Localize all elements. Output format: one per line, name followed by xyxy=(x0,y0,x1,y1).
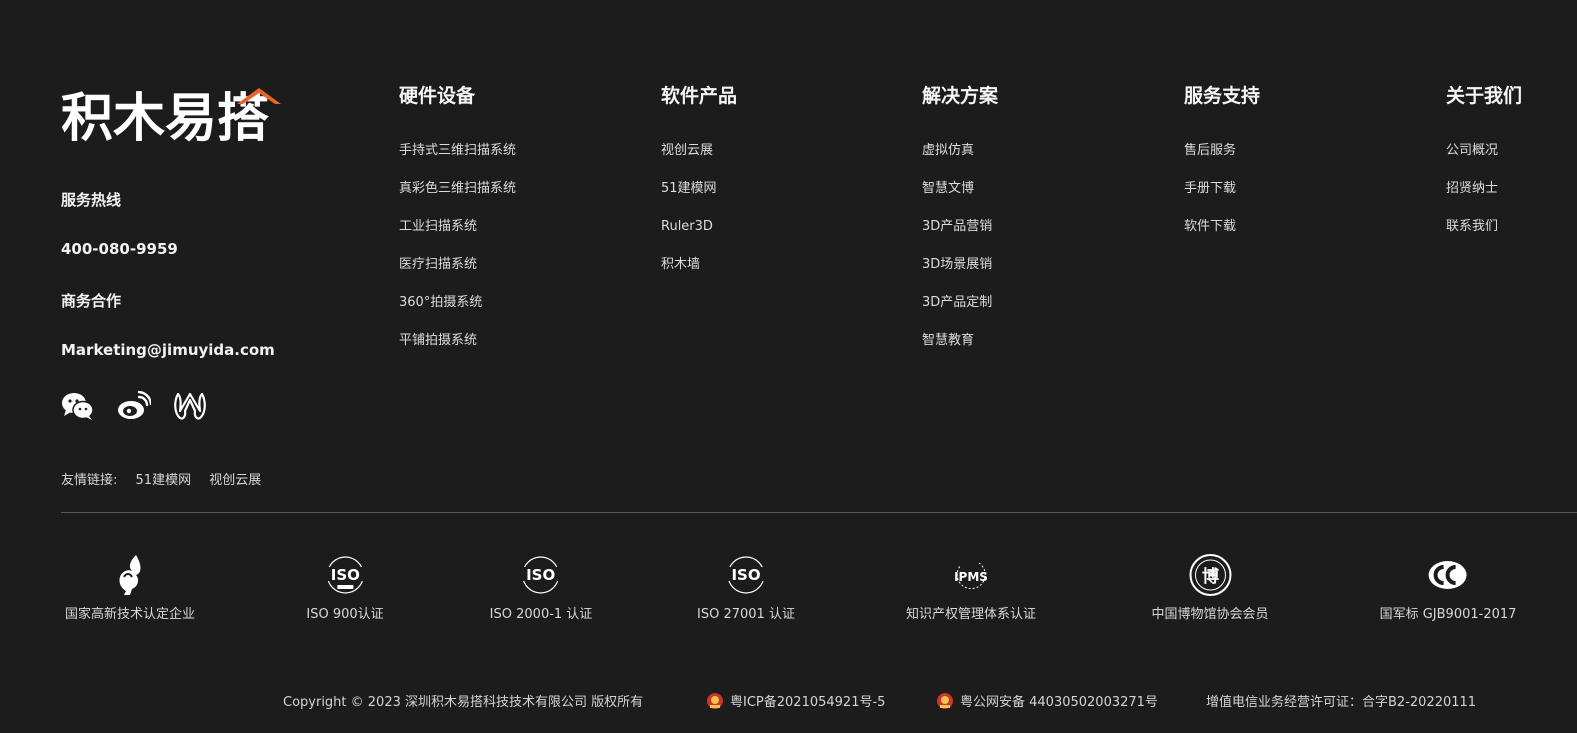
column-title: 硬件设备 xyxy=(399,85,476,107)
friend-links-label: 友情链接: xyxy=(61,473,118,488)
column-title: 服务支持 xyxy=(1184,85,1261,107)
footer-link[interactable]: 虚拟仿真 xyxy=(922,142,998,180)
footer-link[interactable]: 售后服务 xyxy=(1184,142,1260,180)
cert-item: ISO ISO 2000-1 认证 xyxy=(489,553,593,622)
footer-link[interactable]: 视创云展 xyxy=(661,142,737,180)
iso-icon: ISO xyxy=(517,553,565,597)
footer-link[interactable]: 3D产品营销 xyxy=(922,218,998,256)
cert-label: 国家高新技术认定企业 xyxy=(64,607,196,622)
hightech-icon xyxy=(106,553,154,597)
cert-item: IPMS 知识产权管理体系认证 xyxy=(906,553,1036,622)
icp-record[interactable]: 粤ICP备2021054921号-5 xyxy=(706,691,885,710)
friend-links: 友情链接: 51建模网 视创云展 xyxy=(61,469,275,488)
icp-text[interactable]: 粤ICP备2021054921号-5 xyxy=(730,691,885,710)
svg-text:ISO: ISO xyxy=(330,566,359,584)
national-emblem-icon xyxy=(707,692,723,709)
company-logo[interactable]: 积木易搭 xyxy=(61,84,281,149)
iso-icon: ISO xyxy=(722,553,770,597)
footer-link[interactable]: 手册下载 xyxy=(1184,180,1260,218)
cert-label: 国军标 GJB9001-2017 xyxy=(1379,607,1517,622)
footer-link[interactable]: 手持式三维扫描系统 xyxy=(399,142,516,180)
cert-item: 博 中国博物馆协会会员 xyxy=(1151,553,1269,622)
business-label: 商务合作 xyxy=(61,292,122,310)
social-links xyxy=(61,391,207,421)
cert-item: ISO ISO 27001 认证 xyxy=(697,553,795,622)
douyin-icon[interactable] xyxy=(173,391,207,421)
cert-label: ISO 27001 认证 xyxy=(697,607,795,622)
svg-text:博: 博 xyxy=(1201,566,1218,587)
logo-text: 积木易搭 xyxy=(61,89,269,142)
column-title: 解决方案 xyxy=(922,85,999,107)
police-emblem-icon xyxy=(937,692,953,709)
footer-link[interactable]: 积木墙 xyxy=(661,256,737,294)
footer-link[interactable]: Ruler3D xyxy=(661,218,737,256)
telecom-license[interactable]: 增值电信业务经营许可证：合字B2-20220111 xyxy=(1206,691,1476,710)
footer-link[interactable]: 平铺拍摄系统 xyxy=(399,332,516,370)
wechat-icon[interactable] xyxy=(61,391,95,421)
cert-item: 国军标 GJB9001-2017 xyxy=(1379,553,1517,622)
friend-link[interactable]: 视创云展 xyxy=(209,473,261,488)
footer-link[interactable]: 3D场景展销 xyxy=(922,256,998,294)
cert-label: 中国博物馆协会会员 xyxy=(1151,607,1269,622)
footer-column-software: 软件产品 视创云展 51建模网 Ruler3D 积木墙 xyxy=(661,84,737,294)
email-link[interactable]: Marketing@jimuyida.com xyxy=(61,341,275,359)
footer-link[interactable]: 工业扫描系统 xyxy=(399,218,516,256)
gjb-icon xyxy=(1424,553,1472,597)
cert-item: ISO ISO 900认证 xyxy=(306,553,384,622)
column-title: 软件产品 xyxy=(661,85,738,107)
iso-icon: ISO xyxy=(321,553,369,597)
cert-item: 国家高新技术认定企业 xyxy=(65,553,195,622)
museum-seal-icon: 博 xyxy=(1186,553,1234,597)
friend-link[interactable]: 51建模网 xyxy=(136,473,192,488)
police-record[interactable]: 粤公网安备 44030502003271号 xyxy=(936,691,1158,710)
svg-text:ISO: ISO xyxy=(731,566,760,584)
copyright-text: Copyright © 2023 深圳积木易搭科技技术有限公司 版权所有 xyxy=(283,695,644,710)
footer-column-about: 关于我们 公司概况 招贤纳士 联系我们 xyxy=(1446,84,1522,256)
hotline-label: 服务热线 xyxy=(61,191,122,209)
cert-label: 知识产权管理体系认证 xyxy=(905,607,1037,622)
footer-column-support: 服务支持 售后服务 手册下载 软件下载 xyxy=(1184,84,1260,256)
footer-column-solutions: 解决方案 虚拟仿真 智慧文博 3D产品营销 3D场景展销 3D产品定制 智慧教育 xyxy=(922,84,998,370)
cert-label: ISO 900认证 xyxy=(306,607,384,622)
footer-link[interactable]: 招贤纳士 xyxy=(1446,180,1522,218)
footer-link[interactable]: 3D产品定制 xyxy=(922,294,998,332)
footer-link[interactable]: 公司概况 xyxy=(1446,142,1522,180)
ipms-icon: IPMS xyxy=(947,553,995,597)
footer-link[interactable]: 智慧文博 xyxy=(922,180,998,218)
weibo-icon[interactable] xyxy=(117,391,151,421)
footer-column-hardware: 硬件设备 手持式三维扫描系统 真彩色三维扫描系统 工业扫描系统 医疗扫描系统 3… xyxy=(399,84,516,370)
hotline-number[interactable]: 400-080-9959 xyxy=(61,240,178,258)
footer-link[interactable]: 医疗扫描系统 xyxy=(399,256,516,294)
svg-text:IPMS: IPMS xyxy=(954,570,988,584)
footer-link[interactable]: 软件下载 xyxy=(1184,218,1260,256)
footer-link[interactable]: 51建模网 xyxy=(661,180,737,218)
footer-link[interactable]: 360°拍摄系统 xyxy=(399,294,516,332)
footer-link[interactable]: 联系我们 xyxy=(1446,218,1522,256)
footer-divider xyxy=(61,512,1577,513)
footer-link[interactable]: 智慧教育 xyxy=(922,332,998,370)
column-title: 关于我们 xyxy=(1446,85,1523,107)
police-text[interactable]: 粤公网安备 44030502003271号 xyxy=(960,691,1158,710)
cert-label: ISO 2000-1 认证 xyxy=(489,607,593,622)
footer-link[interactable]: 真彩色三维扫描系统 xyxy=(399,180,516,218)
svg-text:ISO: ISO xyxy=(526,566,555,584)
